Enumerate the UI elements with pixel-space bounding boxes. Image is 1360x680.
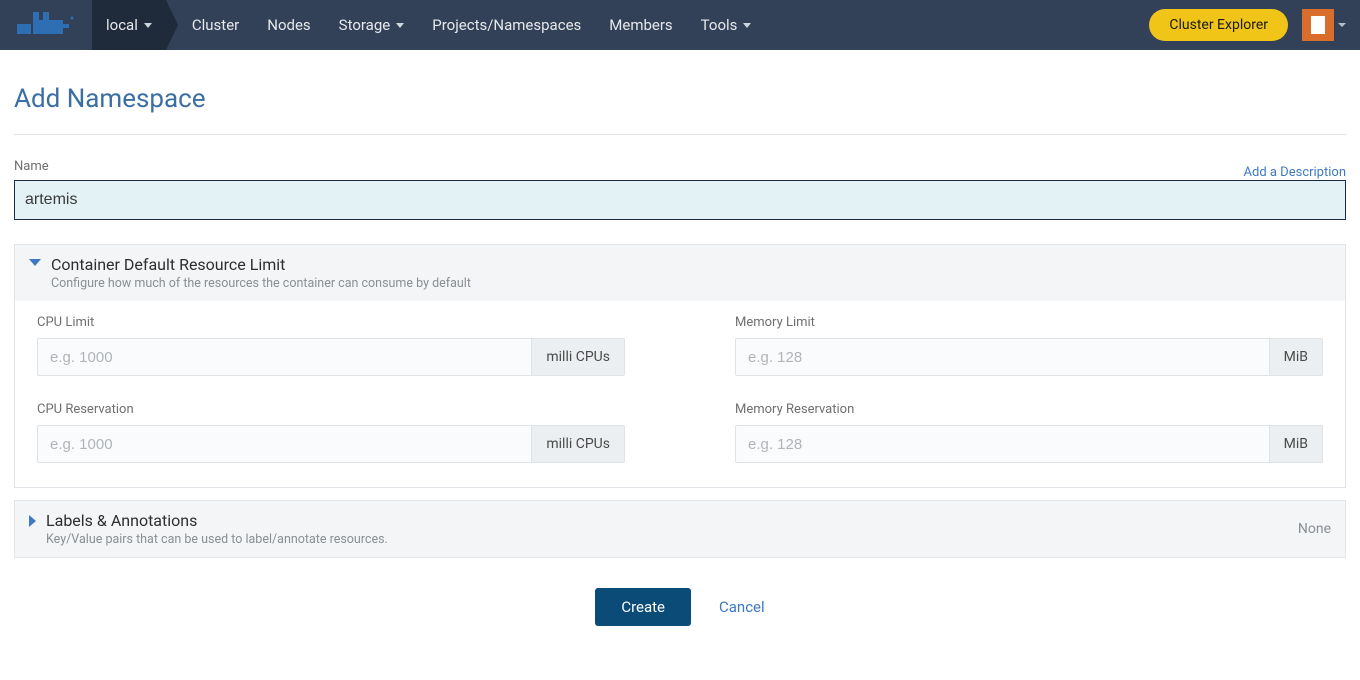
memory-limit-label: Memory Limit [735,315,1323,330]
resource-limit-body: CPU Limit milli CPUs Memory Limit MiB CP… [15,301,1345,487]
create-button[interactable]: Create [595,588,691,626]
nav-right: Cluster Explorer [1149,9,1360,41]
nav-nodes[interactable]: Nodes [253,0,324,50]
cpu-reservation-input[interactable] [37,425,531,463]
memory-limit-input[interactable] [735,338,1269,376]
chevron-down-icon [743,23,751,28]
cpu-reservation-field: CPU Reservation milli CPUs [37,402,625,463]
labels-panel: Labels & Annotations Key/Value pairs tha… [14,500,1346,558]
nav-scope[interactable]: local [92,0,166,50]
chevron-down-icon [29,259,41,266]
memory-limit-field: Memory Limit MiB [735,315,1323,376]
divider [14,134,1346,135]
explorer-btn-label: Cluster Explorer [1169,17,1268,33]
avatar [1302,9,1334,41]
nav-item-label: Nodes [267,16,310,34]
add-description-link[interactable]: Add a Description [1244,165,1346,180]
panel-subtitle: Key/Value pairs that can be used to labe… [46,532,388,547]
nav-item-label: Members [609,16,672,34]
avatar-glyph-icon [1311,16,1325,34]
user-menu[interactable] [1302,9,1346,41]
logo[interactable] [0,0,92,50]
create-button-label: Create [621,598,665,616]
panel-subtitle: Configure how much of the resources the … [51,276,471,291]
page-title: Add Namespace [14,84,1346,114]
memory-reservation-input[interactable] [735,425,1269,463]
nav-item-label: Projects/Namespaces [432,16,581,34]
cpu-limit-field: CPU Limit milli CPUs [37,315,625,376]
nav-projects[interactable]: Projects/Namespaces [418,0,595,50]
disclosure-toggle [29,259,41,266]
page: Add Namespace Name Add a Description Con… [0,50,1360,626]
cluster-explorer-button[interactable]: Cluster Explorer [1149,9,1288,41]
rancher-logo-icon [15,10,77,40]
memory-reservation-field: Memory Reservation MiB [735,402,1323,463]
name-label: Name [14,159,49,174]
labels-header[interactable]: Labels & Annotations Key/Value pairs tha… [15,501,1345,557]
chevron-right-icon [29,515,36,527]
chevron-down-icon [144,23,152,28]
resource-limit-panel: Container Default Resource Limit Configu… [14,244,1346,488]
nav-tools[interactable]: Tools [687,0,766,50]
name-row: Name Add a Description [14,159,1346,180]
resource-limit-header[interactable]: Container Default Resource Limit Configu… [15,245,1345,301]
footer-actions: Create Cancel [14,588,1346,626]
nav-items: local Cluster Nodes Storage Projects/Nam… [92,0,1149,50]
memory-reservation-unit: MiB [1269,425,1323,463]
namespace-name-input[interactable] [14,180,1346,220]
labels-badge: None [1298,521,1331,537]
cancel-button[interactable]: Cancel [719,598,765,616]
nav-item-label: Storage [339,16,391,34]
cpu-reservation-unit: milli CPUs [531,425,625,463]
disclosure-toggle [29,515,36,527]
cpu-limit-label: CPU Limit [37,315,625,330]
top-nav: local Cluster Nodes Storage Projects/Nam… [0,0,1360,50]
nav-item-label: Cluster [192,16,239,34]
chevron-down-icon [396,23,404,28]
cpu-reservation-label: CPU Reservation [37,402,625,417]
memory-limit-unit: MiB [1269,338,1323,376]
nav-storage[interactable]: Storage [325,0,419,50]
panel-title: Labels & Annotations [46,511,388,530]
cpu-limit-input[interactable] [37,338,531,376]
memory-reservation-label: Memory Reservation [735,402,1323,417]
nav-members[interactable]: Members [595,0,686,50]
nav-scope-label: local [106,16,138,34]
chevron-down-icon [1338,23,1346,27]
nav-cluster[interactable]: Cluster [166,0,253,50]
cpu-limit-unit: milli CPUs [531,338,625,376]
panel-title: Container Default Resource Limit [51,255,471,274]
nav-item-label: Tools [701,16,738,34]
